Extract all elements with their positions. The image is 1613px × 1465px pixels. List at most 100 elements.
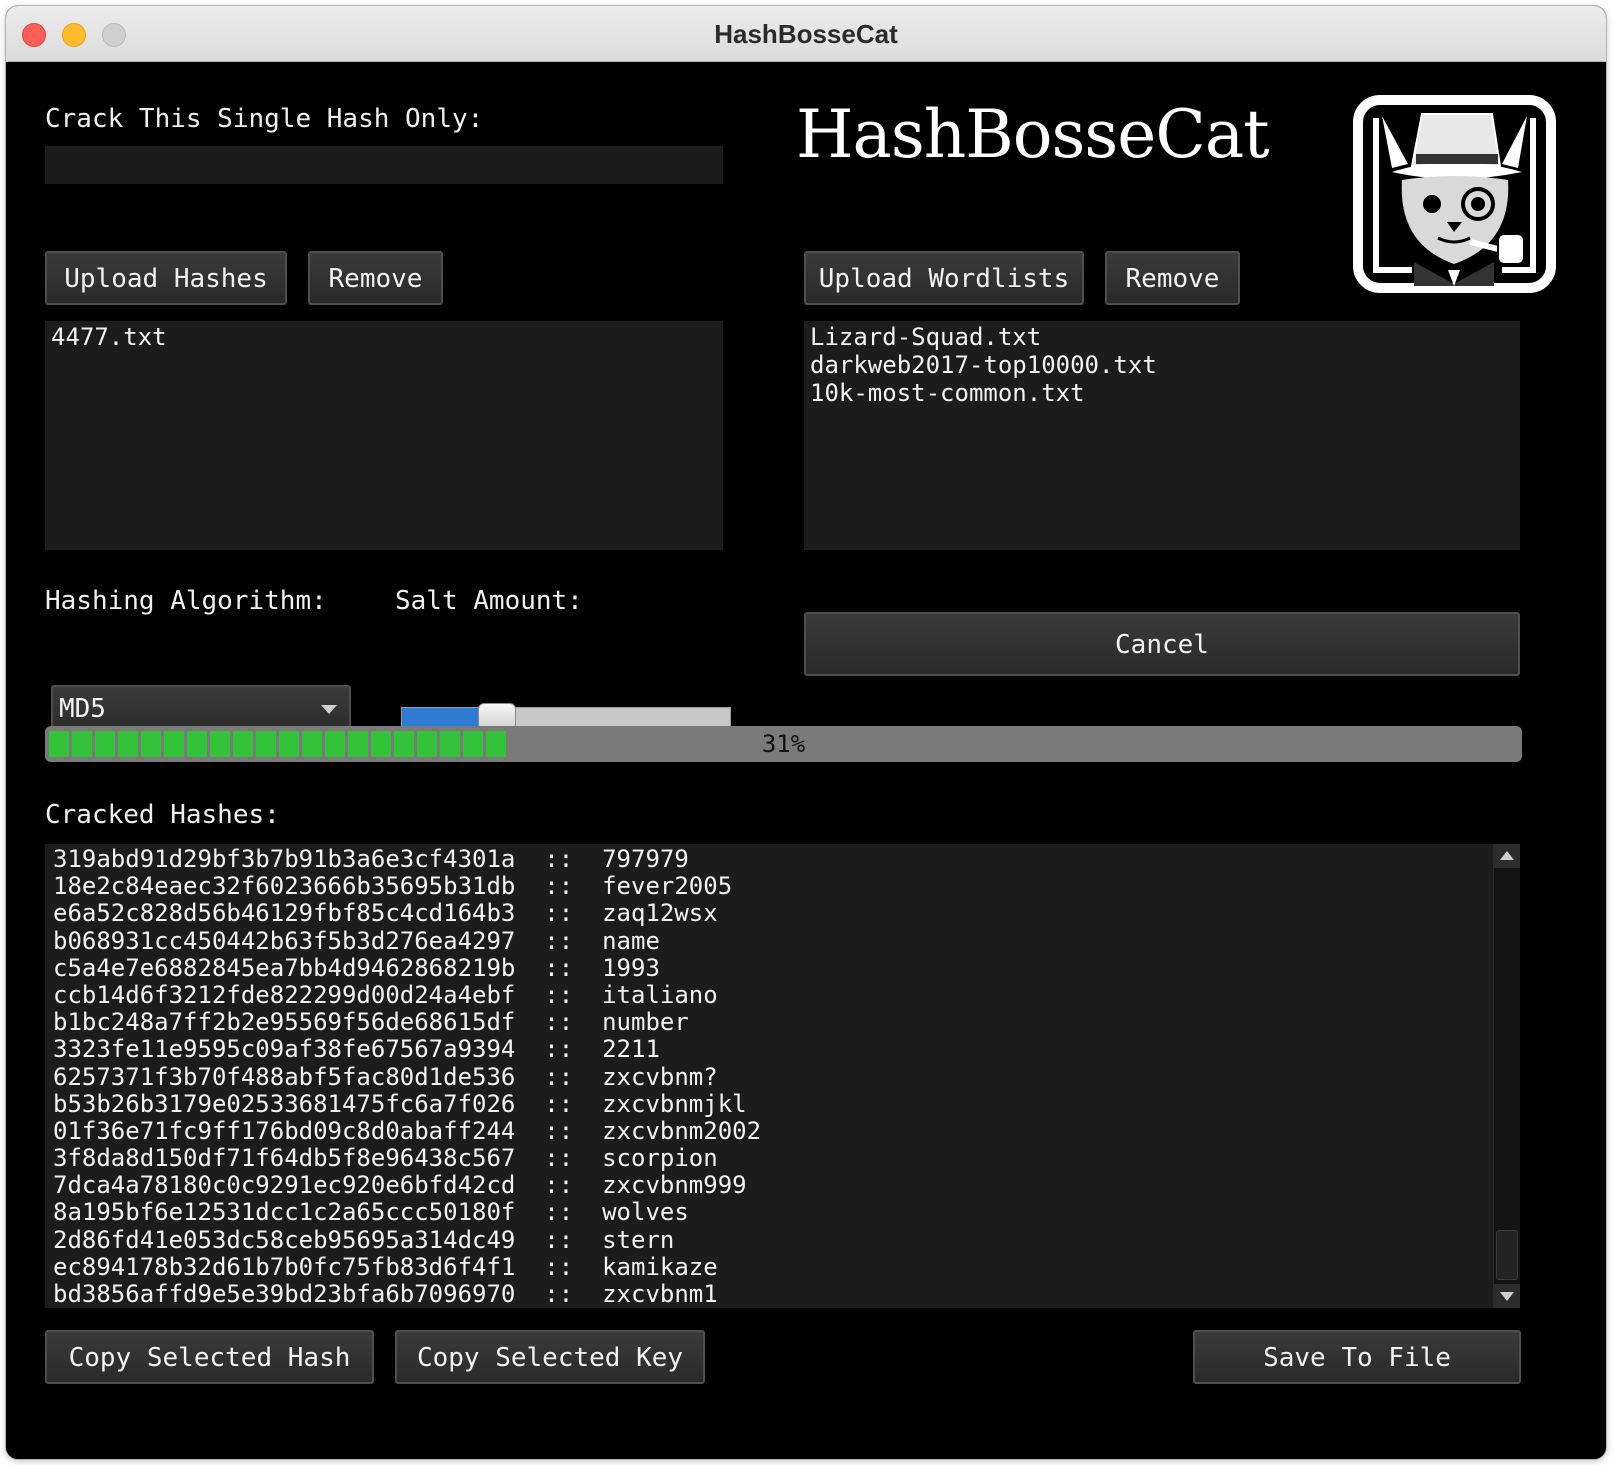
wordlist-file-item[interactable]: Lizard-Squad.txt: [810, 323, 1514, 351]
cracked-hash-row[interactable]: 7dca4a78180c0c9291ec920e6bfd42cd :: zxcv…: [53, 1172, 1493, 1199]
wordlist-file-item[interactable]: darkweb2017-top10000.txt: [810, 351, 1514, 379]
cracked-key-value: zxcvbnm999: [602, 1171, 747, 1200]
progress-percent-text: 31%: [761, 730, 806, 758]
hash-value: 319abd91d29bf3b7b91b3a6e3cf4301a: [53, 845, 516, 873]
hash-value: e6a52c828d56b46129fbf85c4cd164b3: [53, 899, 516, 928]
hash-key-separator: ::: [544, 1116, 574, 1145]
cracked-hash-row[interactable]: b53b26b3179e02533681475fc6a7f026 :: zxcv…: [53, 1089, 1493, 1118]
hash-value: ccb14d6f3212fde822299d00d24a4ebf: [53, 980, 516, 1009]
cracked-hashes-label: Cracked Hashes:: [45, 800, 280, 830]
cracked-hash-row[interactable]: c5a4e7e6882845ea7bb4d9462868219b :: 1993: [53, 953, 1493, 982]
wordlist-file-item[interactable]: 10k-most-common.txt: [810, 379, 1514, 407]
cracked-key-value: 1993: [602, 953, 660, 982]
hash-key-separator: ::: [544, 1089, 574, 1118]
app-window: HashBosseCat Crack This Single Hash Only…: [6, 6, 1606, 1459]
cracked-hash-row[interactable]: bd3856affd9e5e39bd23bfa6b7096970 :: zxcv…: [53, 1280, 1493, 1308]
cracked-key-value: zxcvbnm?: [602, 1062, 718, 1091]
cracked-key-value: name: [602, 926, 660, 955]
cancel-button[interactable]: Cancel: [804, 612, 1520, 676]
cracked-hash-row[interactable]: 3323fe11e9595c09af38fe67567a9394 :: 2211: [53, 1036, 1493, 1063]
title-bar: HashBosseCat: [6, 6, 1606, 62]
hash-value: 2d86fd41e053dc58ceb95695a314dc49: [53, 1225, 516, 1254]
hash-key-separator: ::: [544, 872, 574, 901]
cracked-hash-row[interactable]: 3f8da8d150df71f64db5f8e96438c567 :: scor…: [53, 1144, 1493, 1173]
cracked-key-value: fever2005: [602, 872, 733, 901]
cracked-hash-row[interactable]: ec894178b32d61b7b0fc75fb83d6f4f1 :: kami…: [53, 1252, 1493, 1281]
hash-key-separator: ::: [544, 845, 574, 873]
cracked-key-value: zxcvbnm2002: [602, 1116, 762, 1145]
brand-title: HashBosseCat: [796, 96, 1270, 173]
hash-value: 6257371f3b70f488abf5fac80d1de536: [53, 1062, 516, 1091]
hashing-algorithm-value: MD5: [59, 694, 106, 724]
cracked-hashes-list[interactable]: 319abd91d29bf3b7b91b3a6e3cf4301a :: 7979…: [45, 844, 1520, 1308]
hash-key-separator: ::: [544, 1035, 574, 1064]
hash-key-separator: ::: [544, 1280, 574, 1308]
hash-key-separator: ::: [544, 899, 574, 928]
remove-wordlists-button[interactable]: Remove: [1105, 251, 1240, 305]
cracked-hash-row[interactable]: ccb14d6f3212fde822299d00d24a4ebf :: ital…: [53, 980, 1493, 1009]
hash-key-separator: ::: [544, 980, 574, 1009]
crack-progress-bar: 31%: [45, 726, 1522, 762]
copy-selected-key-button[interactable]: Copy Selected Key: [395, 1330, 705, 1384]
hash-key-separator: ::: [544, 953, 574, 982]
cracked-hash-row[interactable]: 18e2c84eaec32f6023666b35695b31db :: feve…: [53, 873, 1493, 900]
single-hash-input[interactable]: [45, 146, 723, 184]
wordlist-files-list[interactable]: Lizard-Squad.txt darkweb2017-top10000.txt…: [804, 321, 1520, 550]
cracked-key-value: 797979: [602, 845, 689, 873]
cracked-hash-row[interactable]: 8a195bf6e12531dcc1c2a65ccc50180f :: wolv…: [53, 1199, 1493, 1226]
scroll-down-arrow-icon[interactable]: [1494, 1284, 1520, 1308]
hash-value: c5a4e7e6882845ea7bb4d9462868219b: [53, 953, 516, 982]
main-content: Crack This Single Hash Only: Upload Hash…: [6, 62, 1606, 1459]
cracked-key-value: kamikaze: [602, 1252, 718, 1281]
cracked-hash-row[interactable]: b068931cc450442b63f5b3d276ea4297 :: name: [53, 926, 1493, 955]
cracked-key-value: zaq12wsx: [602, 899, 718, 928]
cracked-key-value: stern: [602, 1225, 675, 1254]
hash-key-separator: ::: [544, 1252, 574, 1281]
cracked-hash-row[interactable]: 2d86fd41e053dc58ceb95695a314dc49 :: ster…: [53, 1225, 1493, 1254]
cracked-hash-row[interactable]: 6257371f3b70f488abf5fac80d1de536 :: zxcv…: [53, 1062, 1493, 1091]
hash-value: 3f8da8d150df71f64db5f8e96438c567: [53, 1144, 516, 1173]
hash-key-separator: ::: [544, 1198, 574, 1227]
window-title: HashBosseCat: [714, 19, 898, 49]
hash-key-separator: ::: [544, 1225, 574, 1254]
hash-value: 01f36e71fc9ff176bd09c8d0abaff244: [53, 1116, 516, 1145]
hash-file-item[interactable]: 4477.txt: [51, 323, 717, 351]
cracked-hash-row[interactable]: b1bc248a7ff2b2e95569f56de68615df :: numb…: [53, 1009, 1493, 1036]
hashing-algorithm-label: Hashing Algorithm:: [45, 586, 327, 616]
cracked-key-value: wolves: [602, 1198, 689, 1227]
cracked-hash-row[interactable]: e6a52c828d56b46129fbf85c4cd164b3 :: zaq1…: [53, 900, 1493, 927]
cracked-key-value: zxcvbnm1: [602, 1280, 718, 1308]
hash-key-separator: ::: [544, 1062, 574, 1091]
cracked-key-value: 2211: [602, 1035, 660, 1064]
upload-wordlists-button[interactable]: Upload Wordlists: [804, 251, 1084, 305]
detective-cat-logo-icon: [1353, 95, 1556, 293]
hash-value: b53b26b3179e02533681475fc6a7f026: [53, 1089, 516, 1118]
cracked-key-value: number: [602, 1008, 689, 1037]
scroll-up-arrow-icon[interactable]: [1494, 844, 1520, 868]
cracked-key-value: italiano: [602, 980, 718, 1009]
upload-hashes-button[interactable]: Upload Hashes: [45, 251, 287, 305]
salt-amount-label: Salt Amount:: [395, 586, 583, 616]
cracked-hash-row[interactable]: 319abd91d29bf3b7b91b3a6e3cf4301a :: 7979…: [53, 845, 1493, 873]
hash-key-separator: ::: [544, 926, 574, 955]
chevron-down-icon: [321, 705, 337, 714]
hash-value: b068931cc450442b63f5b3d276ea4297: [53, 926, 516, 955]
hash-value: 8a195bf6e12531dcc1c2a65ccc50180f: [53, 1198, 516, 1227]
scrollbar-thumb[interactable]: [1496, 1230, 1518, 1280]
hash-value: 7dca4a78180c0c9291ec920e6bfd42cd: [53, 1171, 516, 1200]
hash-value: 18e2c84eaec32f6023666b35695b31db: [53, 872, 516, 901]
hash-value: 3323fe11e9595c09af38fe67567a9394: [53, 1035, 516, 1064]
hash-value: ec894178b32d61b7b0fc75fb83d6f4f1: [53, 1252, 516, 1281]
remove-hashes-button[interactable]: Remove: [308, 251, 443, 305]
hash-value: b1bc248a7ff2b2e95569f56de68615df: [53, 1008, 516, 1037]
single-hash-label: Crack This Single Hash Only:: [45, 104, 484, 134]
hash-key-separator: ::: [544, 1171, 574, 1200]
hash-files-list[interactable]: 4477.txt: [45, 321, 723, 550]
cracked-list-scrollbar[interactable]: [1493, 844, 1520, 1308]
hash-key-separator: ::: [544, 1008, 574, 1037]
save-to-file-button[interactable]: Save To File: [1193, 1330, 1521, 1384]
hash-key-separator: ::: [544, 1144, 574, 1173]
salt-amount-slider[interactable]: [401, 703, 731, 731]
cracked-hash-row[interactable]: 01f36e71fc9ff176bd09c8d0abaff244 :: zxcv…: [53, 1116, 1493, 1145]
copy-selected-hash-button[interactable]: Copy Selected Hash: [45, 1330, 374, 1384]
